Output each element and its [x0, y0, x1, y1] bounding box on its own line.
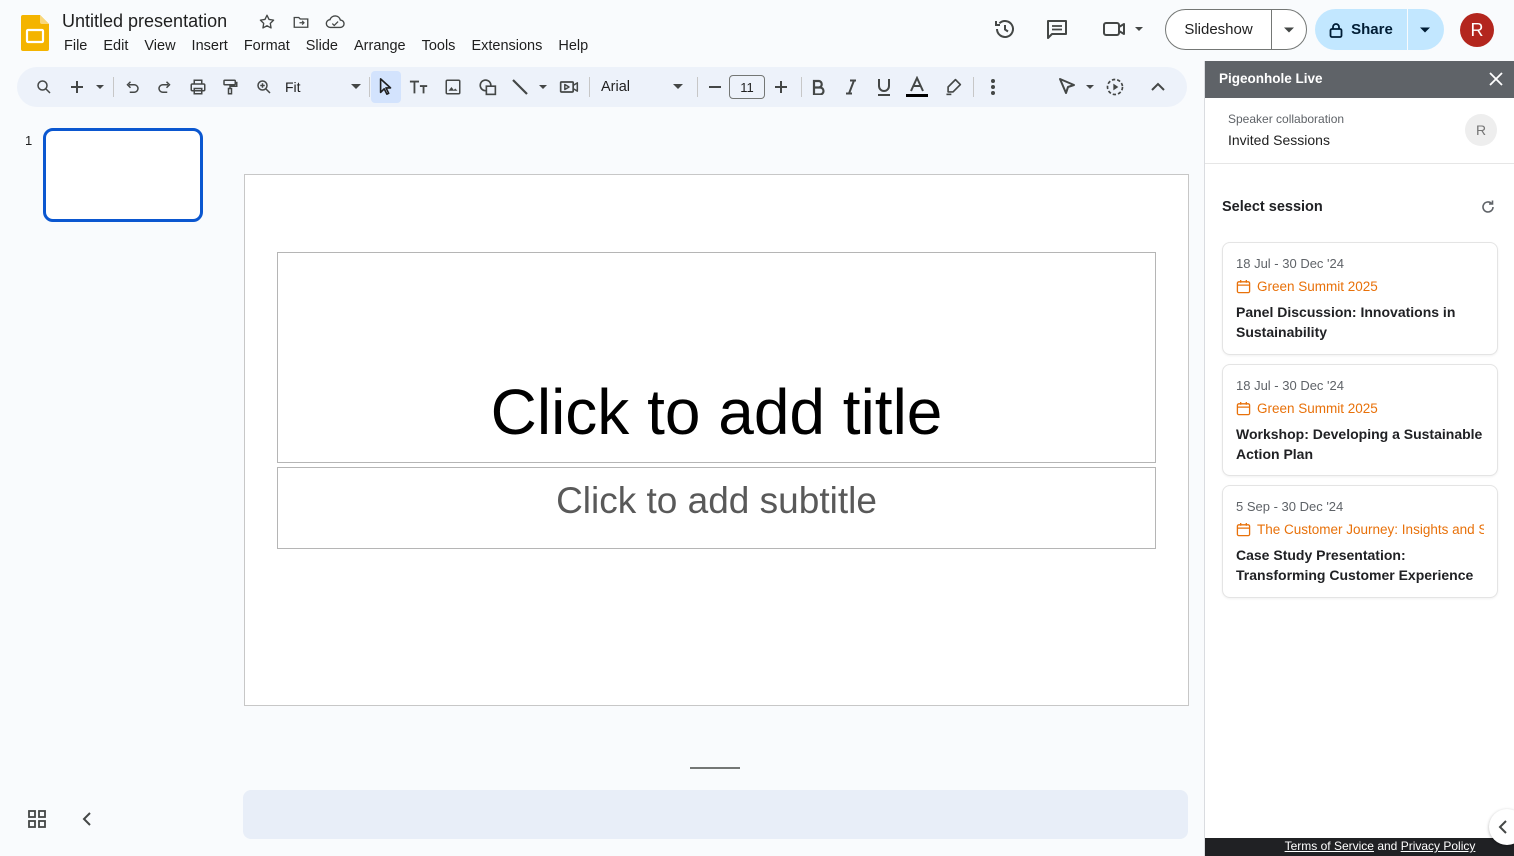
slide-number: 1: [25, 133, 33, 148]
menu-view[interactable]: View: [136, 36, 183, 56]
main-toolbar: Fit Arial 11: [17, 67, 1187, 107]
slide-thumbnail[interactable]: [43, 128, 203, 222]
panel-footer: Terms of Service and Privacy Policy: [1205, 838, 1514, 856]
session-date: 18 Jul - 30 Dec '24: [1236, 256, 1344, 271]
font-name: Arial: [601, 79, 631, 95]
highlight-color-icon[interactable]: [939, 71, 967, 103]
menu-edit[interactable]: Edit: [95, 36, 136, 56]
lock-icon: [1329, 22, 1343, 38]
title-placeholder-text: Click to add title: [490, 376, 943, 448]
session-card[interactable]: 18 Jul - 30 Dec '24 Green Summit 2025 Pa…: [1222, 242, 1498, 355]
menu-arrange[interactable]: Arrange: [346, 36, 414, 56]
menu-help[interactable]: Help: [550, 36, 596, 56]
menu-extensions[interactable]: Extensions: [463, 36, 550, 56]
menu-slide[interactable]: Slide: [298, 36, 346, 56]
star-icon[interactable]: [256, 11, 278, 33]
grid-view-icon[interactable]: [26, 808, 48, 830]
refresh-icon[interactable]: [1480, 199, 1496, 215]
menu-insert[interactable]: Insert: [184, 36, 236, 56]
underline-icon[interactable]: [871, 71, 897, 103]
menu-format[interactable]: Format: [236, 36, 298, 56]
collab-select[interactable]: Invited Sessions: [1228, 132, 1330, 148]
comments-icon[interactable]: [1039, 11, 1075, 47]
zoom-value: Fit: [285, 79, 301, 95]
document-title[interactable]: Untitled presentation: [62, 10, 227, 32]
account-avatar[interactable]: R: [1460, 13, 1494, 47]
menu-file[interactable]: File: [56, 36, 95, 56]
select-session-heading: Select session: [1222, 199, 1323, 215]
move-folder-icon[interactable]: [290, 11, 312, 33]
italic-icon[interactable]: [838, 71, 864, 103]
increase-font-size-icon[interactable]: [769, 71, 793, 103]
line-tool-icon[interactable]: [509, 71, 551, 103]
subtitle-placeholder[interactable]: Click to add subtitle: [277, 467, 1156, 549]
panel-title: Pigeonhole Live: [1219, 71, 1323, 86]
speaker-notes-area[interactable]: [243, 790, 1188, 839]
menu-tools[interactable]: Tools: [414, 36, 464, 56]
divider: [1205, 163, 1514, 164]
calendar-icon: [1236, 522, 1251, 537]
share-button[interactable]: Share: [1315, 9, 1444, 50]
zoom-icon[interactable]: [251, 71, 277, 103]
search-menus-icon[interactable]: [31, 71, 57, 103]
font-select[interactable]: Arial: [601, 71, 683, 103]
calendar-icon: [1236, 401, 1251, 416]
session-date: 5 Sep - 30 Dec '24: [1236, 499, 1344, 514]
text-box-icon[interactable]: [405, 71, 433, 103]
collab-label: Speaker collaboration: [1228, 112, 1345, 126]
session-name: Case Study Presentation: Transforming Cu…: [1236, 547, 1474, 583]
share-label: Share: [1351, 21, 1393, 38]
shape-icon[interactable]: [474, 71, 502, 103]
terms-link[interactable]: Terms of Service: [1285, 839, 1374, 853]
slideshow-dropdown-icon[interactable]: [1272, 26, 1306, 34]
more-options-icon[interactable]: [981, 71, 1005, 103]
redo-icon[interactable]: [152, 71, 178, 103]
cloud-saved-icon[interactable]: [324, 11, 346, 33]
subtitle-placeholder-text: Click to add subtitle: [556, 480, 877, 521]
animation-icon[interactable]: [1101, 71, 1129, 103]
title-placeholder[interactable]: Click to add title: [277, 252, 1156, 463]
font-size-input[interactable]: 11: [729, 75, 765, 99]
zoom-select[interactable]: Fit: [285, 71, 361, 103]
slides-logo-icon[interactable]: [21, 15, 49, 51]
close-icon[interactable]: [1488, 71, 1504, 87]
select-tool-icon[interactable]: [371, 71, 401, 103]
pen-tool-icon[interactable]: [1057, 71, 1099, 103]
menu-bar: File Edit View Insert Format Slide Arran…: [56, 36, 596, 56]
user-avatar[interactable]: R: [1465, 114, 1497, 146]
footer-and: and: [1377, 839, 1398, 853]
session-date: 18 Jul - 30 Dec '24: [1236, 378, 1344, 393]
hide-filmstrip-icon[interactable]: [78, 808, 96, 830]
chevron-down-icon: [351, 84, 361, 90]
chevron-down-icon: [673, 84, 683, 90]
insert-image-icon[interactable]: [439, 71, 467, 103]
print-icon[interactable]: [185, 71, 211, 103]
version-history-icon[interactable]: [987, 11, 1023, 47]
session-name: Workshop: Developing a Sustainable Actio…: [1236, 426, 1483, 462]
calendar-icon: [1236, 279, 1251, 294]
undo-icon[interactable]: [119, 71, 145, 103]
session-event: Green Summit 2025: [1257, 401, 1378, 416]
privacy-link[interactable]: Privacy Policy: [1401, 839, 1476, 853]
text-color-icon[interactable]: [903, 71, 931, 103]
bold-icon[interactable]: [805, 71, 831, 103]
session-event: Green Summit 2025: [1257, 279, 1378, 294]
slideshow-button[interactable]: Slideshow: [1165, 9, 1307, 50]
pigeonhole-side-panel: Pigeonhole Live Speaker collaboration In…: [1204, 61, 1514, 856]
decrease-font-size-icon[interactable]: [703, 71, 727, 103]
collapse-toolbar-icon[interactable]: [1145, 71, 1171, 103]
insert-video-icon[interactable]: [555, 71, 583, 103]
session-card[interactable]: 18 Jul - 30 Dec '24 Green Summit 2025 Wo…: [1222, 364, 1498, 476]
notes-resize-handle[interactable]: [690, 767, 740, 769]
new-slide-icon[interactable]: [67, 71, 107, 103]
session-name: Panel Discussion: Innovations in Sustain…: [1236, 304, 1456, 340]
meet-call-icon[interactable]: [1098, 11, 1148, 47]
session-card[interactable]: 5 Sep - 30 Dec '24 The Customer Journey:…: [1222, 485, 1498, 598]
slideshow-label[interactable]: Slideshow: [1166, 10, 1272, 49]
paint-format-icon[interactable]: [217, 71, 243, 103]
share-dropdown-icon[interactable]: [1408, 26, 1442, 34]
session-event: The Customer Journey: Insights and S: [1257, 522, 1484, 537]
